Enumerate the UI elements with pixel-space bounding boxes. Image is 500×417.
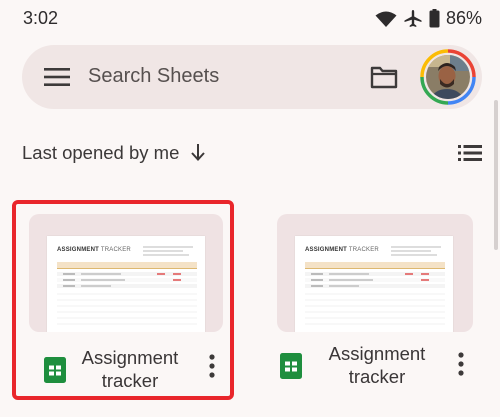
file-thumbnail[interactable]: ASSIGNMENT TRACKER — [277, 214, 473, 332]
sheet-preview: ASSIGNMENT TRACKER — [295, 236, 453, 332]
file-card[interactable]: ASSIGNMENT TRACKER Assignment tracker — [275, 200, 497, 400]
sheets-icon — [280, 353, 302, 379]
file-thumbnail[interactable]: ASSIGNMENT TRACKER — [29, 214, 223, 332]
more-options-icon[interactable] — [458, 352, 464, 376]
sheet-preview: ASSIGNMENT TRACKER — [47, 236, 205, 332]
arrow-down-icon[interactable] — [190, 142, 206, 162]
sheets-icon — [44, 357, 66, 383]
wifi-icon — [375, 11, 397, 27]
menu-icon[interactable] — [44, 67, 70, 87]
battery-level: 86% — [445, 8, 482, 28]
status-time: 3:02 — [23, 8, 59, 28]
preview-grid — [305, 246, 445, 325]
file-name[interactable]: Assignment tracker — [70, 346, 190, 392]
file-card-selected[interactable]: ASSIGNMENT TRACKER Assignment tracker — [12, 200, 234, 400]
more-options-icon[interactable] — [209, 354, 215, 378]
search-input[interactable]: Search Sheets — [88, 65, 219, 88]
sort-label[interactable]: Last opened by me — [22, 142, 179, 164]
avatar[interactable] — [420, 49, 476, 105]
status-bar: 3:02 86% — [0, 0, 500, 36]
status-icons: 86% — [375, 8, 482, 29]
file-name[interactable]: Assignment tracker — [317, 342, 437, 388]
search-bar[interactable]: Search Sheets — [22, 45, 482, 109]
list-view-icon[interactable] — [458, 145, 482, 161]
preview-grid — [57, 246, 197, 325]
battery-icon — [429, 9, 440, 28]
folder-icon[interactable] — [370, 65, 398, 89]
airplane-icon — [404, 9, 422, 27]
